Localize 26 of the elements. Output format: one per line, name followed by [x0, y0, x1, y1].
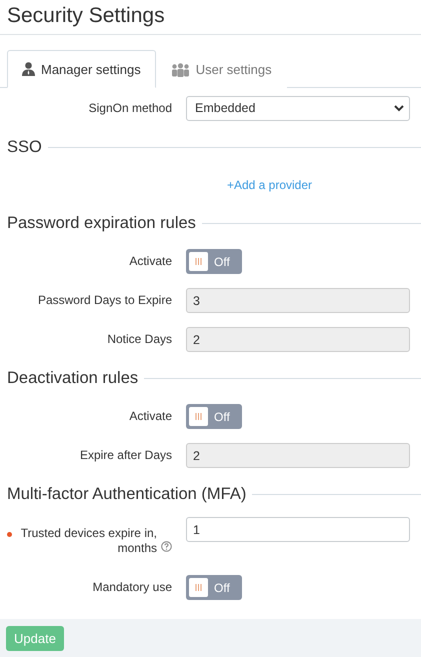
- grip-icon: [195, 413, 202, 420]
- field-label: Trusted devices expire in, months: [20, 526, 157, 556]
- section-heading: Multi-factor Authentication (MFA): [7, 484, 246, 504]
- grip-icon: [195, 258, 202, 265]
- text-field[interactable]: 2: [186, 443, 410, 468]
- field-label: Password Days to Expire: [38, 293, 172, 308]
- signon-select[interactable]: Embedded: [186, 96, 410, 120]
- field-label: Mandatory use: [92, 580, 172, 595]
- section-heading: SSO: [7, 138, 42, 156]
- field-label: Notice Days: [107, 332, 172, 347]
- field-label: Activate: [129, 254, 172, 269]
- grip-icon: [195, 584, 202, 591]
- section-heading: Deactivation rules: [7, 368, 138, 388]
- field-label: Expire after Days: [80, 448, 172, 463]
- chevron-down-icon: [394, 104, 404, 112]
- text-field[interactable]: 2: [186, 327, 410, 352]
- field-label: Activate: [129, 409, 172, 424]
- page-title: Security Settings: [0, 0, 421, 35]
- help-icon[interactable]: [161, 540, 172, 552]
- text-field[interactable]: 1: [186, 517, 410, 542]
- tab[interactable]: Manager settings: [7, 50, 156, 88]
- field-label: SignOn method: [88, 100, 172, 116]
- section-heading: Password expiration rules: [7, 214, 196, 232]
- people-icon: [170, 62, 190, 76]
- text-field[interactable]: 3: [186, 288, 410, 313]
- person-icon: [22, 62, 35, 76]
